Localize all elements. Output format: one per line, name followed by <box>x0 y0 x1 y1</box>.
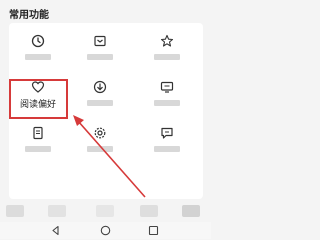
function-favorites[interactable] <box>139 31 195 67</box>
label-blurred <box>25 54 51 60</box>
label-blurred <box>25 146 51 152</box>
star-icon <box>160 34 174 47</box>
function-inbox[interactable] <box>72 31 128 67</box>
function-messages[interactable] <box>139 123 195 159</box>
function-downloads[interactable] <box>72 77 128 113</box>
home-icon[interactable] <box>100 225 111 236</box>
message-icon <box>161 127 173 139</box>
label-blurred <box>87 146 113 152</box>
section-title: 常用功能 <box>9 10 49 21</box>
screen: 常用功能 阅读偏好 <box>0 0 211 239</box>
gear-icon <box>94 127 106 139</box>
label-blurred <box>154 146 180 152</box>
download-icon <box>93 80 107 94</box>
mail-download-icon <box>94 35 106 47</box>
highlight-box <box>9 79 68 119</box>
navigation-bar <box>0 222 211 239</box>
document-icon <box>33 126 43 140</box>
label-blurred <box>87 100 113 106</box>
function-documents[interactable] <box>10 123 66 159</box>
label-blurred <box>154 54 180 60</box>
monitor-icon <box>160 81 174 93</box>
back-icon[interactable] <box>50 225 61 236</box>
recents-icon[interactable] <box>148 225 159 236</box>
function-settings[interactable] <box>72 123 128 159</box>
blurred-bottom-row <box>0 205 211 219</box>
function-display[interactable] <box>139 77 195 113</box>
label-blurred <box>87 54 113 60</box>
label-blurred <box>154 100 180 106</box>
function-history[interactable] <box>10 31 66 67</box>
clock-icon <box>31 34 45 48</box>
